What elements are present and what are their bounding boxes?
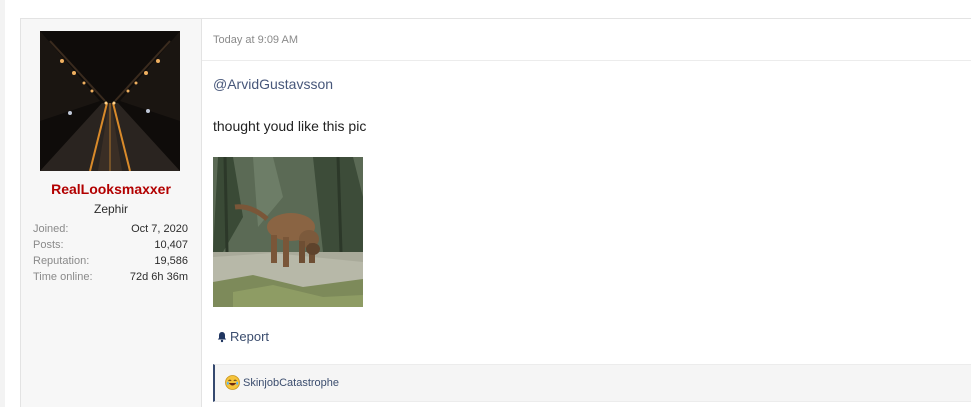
user-mention-link[interactable]: @ArvidGustavsson	[213, 76, 333, 92]
post-timestamp[interactable]: Today at 9:09 AM	[213, 34, 298, 46]
post-header: Today at 9:09 AM	[202, 19, 971, 61]
post-user-panel: RealLooksmaxxer Zephir Joined: Oct 7, 20…	[21, 19, 202, 407]
bell-icon	[217, 331, 227, 342]
stat-value: 10,407	[154, 239, 188, 251]
avatar-image	[40, 31, 180, 171]
reaction-entry[interactable]: SkinjobCatastrophe	[225, 375, 339, 390]
laughing-emoji-icon	[225, 375, 240, 390]
reactions-bar: SkinjobCatastrophe	[213, 364, 971, 402]
stat-label: Time online:	[33, 271, 93, 283]
post-content-panel: Today at 9:09 AM @ArvidGustavsson though…	[202, 19, 971, 407]
forum-post: RealLooksmaxxer Zephir Joined: Oct 7, 20…	[20, 18, 971, 407]
username-link[interactable]: RealLooksmaxxer	[21, 181, 201, 197]
user-stats: Joined: Oct 7, 2020 Posts: 10,407 Reputa…	[33, 221, 188, 285]
post-body-text: thought youd like this pic	[213, 118, 367, 134]
cougar-photo	[213, 157, 363, 307]
reaction-username: SkinjobCatastrophe	[243, 376, 340, 389]
left-gutter	[0, 0, 5, 407]
user-title: Zephir	[93, 202, 128, 216]
stat-label: Reputation:	[33, 255, 90, 267]
stat-label: Posts:	[33, 239, 64, 251]
page: RealLooksmaxxer Zephir Joined: Oct 7, 20…	[0, 0, 971, 407]
attached-image[interactable]	[213, 157, 363, 307]
report-label: Report	[230, 329, 270, 344]
stat-value: 72d 6h 36m	[129, 271, 188, 283]
avatar[interactable]	[40, 31, 180, 171]
stat-label: Joined:	[33, 223, 69, 235]
stat-value: Oct 7, 2020	[131, 223, 188, 235]
stat-time-online: Time online: 72d 6h 36m	[33, 269, 188, 285]
stat-joined: Joined: Oct 7, 2020	[33, 221, 188, 237]
stat-reputation: Reputation: 19,586	[33, 253, 188, 269]
stat-value: 19,586	[154, 255, 188, 267]
stat-posts: Posts: 10,407	[33, 237, 188, 253]
report-button[interactable]: Report	[216, 329, 269, 344]
